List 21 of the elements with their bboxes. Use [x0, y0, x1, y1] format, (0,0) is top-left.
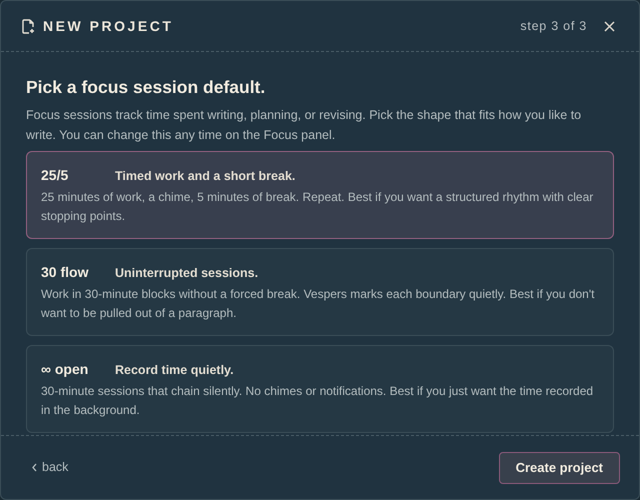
option-description: 25 minutes of work, a chime, 5 minutes of break. Repeat. Best if you want a structured rhythm with clear stopping points.: [41, 188, 594, 225]
option-card[interactable]: ∞ open Record time quietly. 30-minute sessions that chain silently. No chimes or notifications. Best if you just want the time recorded in the background.: [26, 344, 614, 433]
option-tagline: Timed work and a short break.: [115, 168, 296, 185]
option-tagline: Uninterrupted sessions.: [115, 264, 258, 282]
option-name: 25/5: [41, 166, 70, 185]
option-card[interactable]: 30 flow Uninterrupted sessions. Work in 30-minute blocks without a forced break. Vespers marks each boundary quietly. Best if you don't want to be pulled out of a paragraph.: [26, 248, 614, 336]
option-name: ∞ open: [41, 360, 90, 379]
section-heading: Pick a focus session default.: [26, 77, 266, 99]
close-icon: [604, 20, 614, 32]
create-project-button[interactable]: Create project: [498, 452, 620, 484]
back-button[interactable]: back: [20, 458, 80, 477]
option-description: Work in 30-minute blocks without a forced break. Vespers marks each boundary quietly. Best if you don't want to be pulled out of a paragraph.: [41, 286, 596, 322]
option-tagline: Record time quietly.: [115, 362, 234, 379]
dialog-title: NEW PROJECT: [43, 16, 174, 36]
new-file-icon: [21, 18, 35, 34]
step-indicator: step 3 of 3: [520, 18, 587, 35]
chevron-left-icon: [32, 463, 37, 472]
option-name: 30 flow: [41, 262, 90, 282]
option-description: 30-minute sessions that chain silently. No chimes or notifications. Best if you just want the time recorded in the background.: [41, 382, 594, 419]
option-card[interactable]: 25/5 Timed work and a short break. 25 minutes of work, a chime, 5 minutes of break. Repeat. Best if you want a structured rhythm with clear stopping points.: [26, 150, 614, 239]
intro-text: Focus sessions track time spent writing, planning, or revising. Pick the shape that fits how you like to write. You can change this any time on the Focus panel.: [26, 106, 582, 144]
